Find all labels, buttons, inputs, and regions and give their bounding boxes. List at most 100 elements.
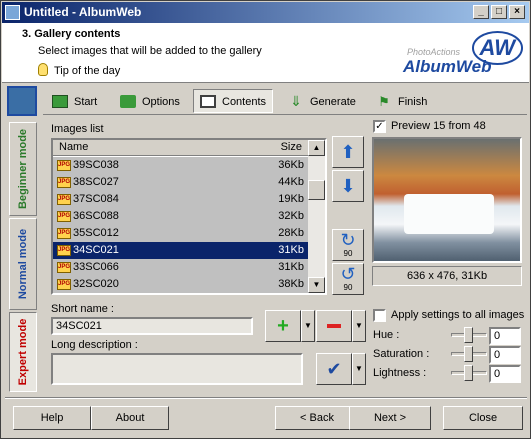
table-row[interactable]: JPG 33SC066 31Kb (53, 259, 308, 276)
tab-finish-label: Finish (398, 96, 428, 108)
scroll-up-icon[interactable]: ▲ (308, 140, 325, 156)
down-arrow-icon: ⇓ (290, 93, 302, 109)
tab-beginner-mode[interactable]: Beginner mode (9, 122, 37, 216)
wizard-toolbar: Start Options Contents ⇓ Generate ⚑ Fini… (43, 89, 527, 113)
mode-sidebar: Beginner mode Normal mode Expert mode (5, 86, 41, 392)
add-dropdown-button[interactable]: ▼ (301, 310, 315, 342)
column-size[interactable]: Size (281, 141, 302, 153)
rotate-ccw-label: 90 (343, 283, 353, 292)
hue-field[interactable]: 0 (489, 327, 521, 345)
tab-start-label: Start (74, 96, 98, 108)
footer-divider (5, 397, 527, 399)
row-size: 44Kb (278, 176, 304, 188)
chevron-down-icon: ▼ (355, 321, 363, 330)
close-button[interactable]: Close (443, 406, 523, 430)
flag-icon: ⚑ (378, 94, 390, 109)
images-list[interactable]: Name Size JPG 39SC038 36Kb JPG 38SC027 44Kb JP… (51, 138, 327, 295)
waterfall-image (404, 194, 494, 234)
minus-icon (327, 324, 341, 329)
scroll-down-icon[interactable]: ▼ (308, 277, 325, 293)
tab-normal-mode[interactable]: Normal mode (9, 218, 37, 310)
tab-contents-label: Contents (222, 96, 267, 108)
jpg-file-icon: JPG (57, 160, 71, 171)
table-row[interactable]: JPG 38SC027 44Kb (53, 174, 308, 191)
rotate-cw-label: 90 (343, 249, 353, 258)
beginner-mode-label: Beginner mode (17, 128, 29, 210)
up-arrow-icon: ⬆ (340, 142, 356, 162)
jpg-file-icon: JPG (57, 262, 71, 273)
jpg-file-icon: JPG (57, 211, 71, 222)
lightness-slider-knob[interactable] (464, 365, 473, 381)
row-name: 38SC027 (73, 176, 119, 188)
apply-button[interactable]: ✔ (316, 353, 352, 385)
saturation-slider-knob[interactable] (464, 346, 473, 362)
tab-finish[interactable]: ⚑ Finish (369, 89, 433, 113)
preview-checkbox[interactable]: ✓ (373, 120, 386, 133)
scroll-thumb[interactable] (308, 180, 325, 200)
help-button[interactable]: Help (13, 406, 91, 430)
tab-generate[interactable]: ⇓ Generate (281, 89, 363, 113)
row-size: 19Kb (278, 193, 304, 205)
lightness-slider[interactable] (451, 365, 487, 381)
close-icon[interactable]: × (509, 5, 525, 19)
plus-icon: + (277, 315, 289, 337)
lightness-label: Lightness : (373, 367, 427, 379)
tip-of-day-link[interactable]: Tip of the day (54, 65, 120, 77)
back-button[interactable]: < Back (275, 406, 359, 430)
long-description-field[interactable] (51, 353, 303, 385)
row-size: 36Kb (278, 159, 304, 171)
tab-options[interactable]: Options (113, 89, 185, 113)
table-row[interactable]: JPG 34SC021 31Kb (53, 242, 308, 259)
table-row[interactable]: JPG 36SC088 32Kb (53, 208, 308, 225)
tab-start[interactable]: Start (45, 89, 107, 113)
minimize-icon[interactable]: _ (473, 5, 489, 19)
short-name-label: Short name : (51, 303, 114, 315)
lightness-field[interactable]: 0 (489, 365, 521, 383)
jpg-file-icon: JPG (57, 194, 71, 205)
move-down-button[interactable]: ⬇ (332, 170, 364, 202)
hue-slider-knob[interactable] (464, 327, 473, 343)
hue-slider[interactable] (451, 327, 487, 343)
next-button[interactable]: Next > (349, 406, 431, 430)
rotate-ccw-button[interactable]: ↺ 90 (332, 263, 364, 295)
jpg-file-icon: JPG (57, 245, 71, 256)
app-icon (5, 5, 20, 20)
remove-dropdown-button[interactable]: ▼ (352, 310, 366, 342)
tab-expert-mode[interactable]: Expert mode (9, 312, 37, 392)
rotate-cw-button[interactable]: ↻ 90 (332, 229, 364, 261)
saturation-slider[interactable] (451, 346, 487, 362)
list-scrollbar[interactable]: ▲ ▼ (308, 140, 325, 293)
row-size: 31Kb (278, 244, 304, 256)
remove-button[interactable] (316, 310, 352, 342)
table-row[interactable]: JPG 37SC084 19Kb (53, 191, 308, 208)
row-name: 37SC084 (73, 193, 119, 205)
table-row[interactable]: JPG 32SC020 38Kb (53, 276, 308, 293)
column-name[interactable]: Name (59, 141, 88, 153)
tab-contents[interactable]: Contents (193, 89, 273, 113)
apply-dropdown-button[interactable]: ▼ (352, 353, 366, 385)
table-row[interactable]: JPG 35SC012 28Kb (53, 225, 308, 242)
row-name: 32SC020 (73, 278, 119, 290)
short-name-field[interactable]: 34SC021 (51, 317, 253, 335)
albumweb-mode-icon (7, 86, 37, 116)
title-bar: Untitled - AlbumWeb _ □ × (2, 2, 529, 23)
about-button[interactable]: About (91, 406, 169, 430)
row-size: 32Kb (278, 210, 304, 222)
move-up-button[interactable]: ⬆ (332, 136, 364, 168)
window-title: Untitled - AlbumWeb (24, 5, 142, 19)
apply-all-checkbox[interactable] (373, 309, 386, 322)
jpg-file-icon: JPG (57, 228, 71, 239)
maximize-icon[interactable]: □ (491, 5, 507, 19)
wizard-header: 3. Gallery contents Select images that w… (2, 23, 529, 83)
row-size: 28Kb (278, 227, 304, 239)
saturation-field[interactable]: 0 (489, 346, 521, 364)
start-icon (52, 95, 68, 108)
logo-name: AlbumWeb (403, 57, 492, 76)
expert-mode-label: Expert mode (17, 318, 29, 386)
row-name: 33SC066 (73, 261, 119, 273)
normal-mode-label: Normal mode (17, 228, 29, 300)
preview-info: 636 x 476, 31Kb (372, 266, 522, 286)
table-row[interactable]: JPG 39SC038 36Kb (53, 157, 308, 174)
folder-icon (120, 95, 136, 108)
add-button[interactable]: + (265, 310, 301, 342)
